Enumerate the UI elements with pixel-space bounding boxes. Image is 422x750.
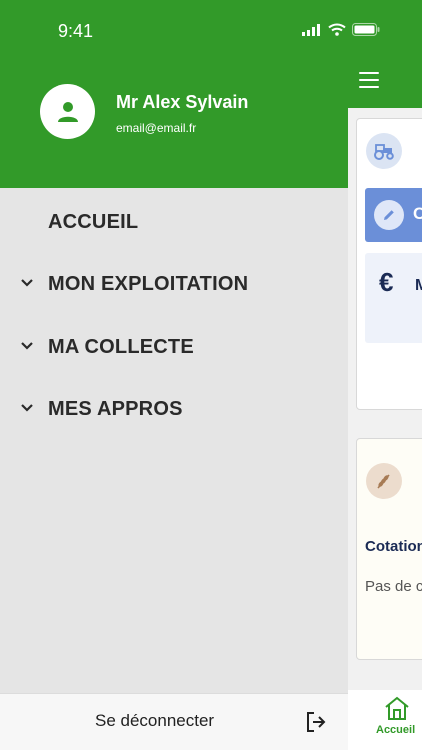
menu-item-ma-collecte[interactable]: MA COLLECTE xyxy=(0,325,348,369)
wifi-icon xyxy=(328,23,346,36)
pencil-icon xyxy=(374,200,404,230)
menu-item-label: MON EXPLOITATION xyxy=(48,272,249,295)
home-icon xyxy=(383,695,411,726)
wheat-icon xyxy=(366,463,402,499)
menu-icon[interactable] xyxy=(359,72,379,90)
user-name: Mr Alex Sylvain xyxy=(116,92,249,112)
menu-item-mes-appros[interactable]: MES APPROS xyxy=(0,387,348,431)
chevron-down-icon xyxy=(21,279,33,287)
edit-row-label: C xyxy=(413,204,422,223)
battery-icon xyxy=(352,23,380,36)
logout-button[interactable]: Se déconnecter xyxy=(0,693,348,750)
euro-icon: € xyxy=(379,267,394,297)
menu-item-mon-exploitation[interactable]: MON EXPLOITATION xyxy=(0,262,348,306)
app-content: C € M Cotation Pas de c xyxy=(348,108,422,690)
avatar[interactable] xyxy=(40,84,95,139)
signal-icon xyxy=(302,23,320,36)
user-email: email@email.fr xyxy=(116,121,197,135)
finance-row[interactable]: € M xyxy=(365,253,422,343)
logout-icon xyxy=(307,712,326,732)
menu-item-label: ACCUEIL xyxy=(48,210,139,233)
cotation-empty-text: Pas de c xyxy=(365,578,422,595)
edit-row[interactable]: C xyxy=(365,188,422,242)
menu-item-label: MES APPROS xyxy=(48,397,183,420)
tractor-icon xyxy=(366,133,402,169)
tab-accueil[interactable]: Accueil xyxy=(348,690,422,750)
user-icon xyxy=(57,101,78,122)
cotation-title: Cotation xyxy=(365,538,422,555)
tab-accueil-label: Accueil xyxy=(376,724,416,736)
chevron-down-icon xyxy=(21,404,33,412)
menu-item-accueil[interactable]: ACCUEIL xyxy=(0,200,348,244)
status-icons xyxy=(302,23,380,36)
navigation-drawer: Mr Alex Sylvain email@email.fr ACCUEIL M… xyxy=(0,0,348,750)
finance-row-label: M xyxy=(415,277,422,294)
logout-label: Se déconnecter xyxy=(95,711,215,730)
chevron-down-icon xyxy=(21,342,33,350)
status-time: 9:41 xyxy=(58,21,94,41)
status-bar: 9:41 xyxy=(0,0,422,60)
menu-item-label: MA COLLECTE xyxy=(48,335,194,358)
